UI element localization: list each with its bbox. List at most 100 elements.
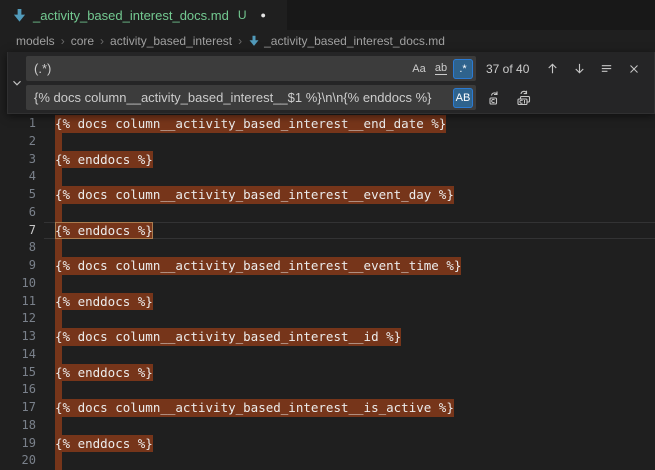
code-line[interactable]: 8	[0, 239, 655, 257]
find-match-empty	[55, 310, 62, 328]
find-in-selection-button[interactable]	[596, 58, 617, 79]
line-number: 6	[0, 204, 36, 222]
vscode-window: _activity_based_interest_docs.md U ● mod…	[0, 0, 655, 470]
code-line[interactable]: 14	[0, 346, 655, 364]
line-number: 5	[0, 186, 36, 204]
find-match-empty	[55, 204, 62, 222]
code-line[interactable]: 13 {% docs column__activity_based_interes…	[0, 328, 655, 346]
arrow-up-icon	[545, 61, 560, 76]
line-number: 15	[0, 364, 36, 382]
breadcrumb: models › core › activity_based_interest …	[0, 30, 655, 52]
code-line[interactable]: 5 {% docs column__activity_based_interest…	[0, 186, 655, 204]
find-match-empty	[55, 381, 62, 399]
whole-word-label: ab	[435, 62, 447, 75]
find-match-empty	[55, 452, 62, 470]
line-number: 9	[0, 257, 36, 275]
line-number: 2	[0, 133, 36, 151]
replace-icon	[487, 90, 503, 106]
find-match-empty	[55, 133, 62, 151]
close-find-button[interactable]	[623, 58, 644, 79]
results-count: 37 of 40	[486, 62, 529, 76]
code-line[interactable]: 3 {% enddocs %}	[0, 151, 655, 169]
find-match-current: {% enddocs %}	[55, 222, 153, 240]
chevron-right-icon: ›	[61, 34, 65, 48]
markdown-file-icon	[248, 35, 260, 47]
breadcrumb-item-models[interactable]: models	[16, 34, 55, 48]
line-number: 18	[0, 417, 36, 435]
replace-button[interactable]	[484, 87, 505, 108]
breadcrumb-file-label: _activity_based_interest_docs.md	[264, 34, 445, 48]
find-match: {% enddocs %}	[55, 293, 153, 311]
find-match: {% enddocs %}	[55, 364, 153, 382]
code-line[interactable]: 15 {% enddocs %}	[0, 364, 655, 382]
line-number: 8	[0, 239, 36, 257]
line-number: 14	[0, 346, 36, 364]
replace-all-icon	[516, 90, 532, 106]
unsaved-changes-dot-icon[interactable]: ●	[261, 10, 266, 20]
previous-match-button[interactable]	[542, 58, 563, 79]
replace-all-button[interactable]	[513, 87, 534, 108]
code-line[interactable]: 9 {% docs column__activity_based_interest…	[0, 257, 655, 275]
find-match: {% docs column__activity_based_interest_…	[55, 186, 454, 204]
code-line[interactable]: 12	[0, 310, 655, 328]
find-match: {% enddocs %}	[55, 151, 153, 169]
chevron-right-icon: ›	[100, 34, 104, 48]
line-number: 4	[0, 168, 36, 186]
code-line[interactable]: 20	[0, 452, 655, 470]
find-match: {% docs column__activity_based_interest_…	[55, 257, 461, 275]
line-number: 13	[0, 328, 36, 346]
editor-lines: 1{% docs column__activity_based_interest…	[0, 115, 655, 470]
git-status-badge: U	[238, 8, 247, 22]
code-line[interactable]: 2	[0, 133, 655, 151]
line-number: 17	[0, 399, 36, 417]
code-line[interactable]: 11 {% enddocs %}	[0, 293, 655, 311]
find-match: {% docs column__activity_based_interest_…	[55, 115, 446, 133]
find-widget: (.*) Aa ab .* 37 of 40	[7, 52, 655, 114]
code-line[interactable]: 7 {% enddocs %}	[0, 222, 655, 240]
find-match-empty	[55, 168, 62, 186]
tab-bar: _activity_based_interest_docs.md U ●	[0, 0, 655, 30]
arrow-down-icon	[572, 61, 587, 76]
find-in-selection-icon	[599, 61, 614, 76]
replace-input-value: {% docs column__activity_based_interest_…	[34, 90, 451, 105]
breadcrumb-item-folder[interactable]: activity_based_interest	[110, 34, 232, 48]
find-match-empty	[55, 346, 62, 364]
line-number: 7	[0, 222, 36, 240]
tab-file[interactable]: _activity_based_interest_docs.md U ●	[0, 0, 287, 30]
breadcrumb-item-file[interactable]: _activity_based_interest_docs.md	[248, 34, 445, 48]
find-input-value: (.*)	[34, 61, 407, 76]
find-match: {% docs column__activity_based_interest_…	[55, 399, 454, 417]
find-match-empty	[55, 239, 62, 257]
code-line[interactable]: 19{% enddocs %}	[0, 435, 655, 453]
code-line[interactable]: 17 {% docs column__activity_based_interes…	[0, 399, 655, 417]
regex-button[interactable]: .*	[453, 59, 473, 79]
toggle-replace-button[interactable]	[8, 52, 26, 113]
close-icon	[627, 62, 641, 76]
line-number: 11	[0, 293, 36, 311]
breadcrumb-item-core[interactable]: core	[71, 34, 94, 48]
code-line[interactable]: 1{% docs column__activity_based_interest…	[0, 115, 655, 133]
preserve-case-button[interactable]: AB	[453, 88, 473, 108]
find-input[interactable]: (.*) Aa ab .*	[26, 56, 476, 81]
line-number: 19	[0, 435, 36, 453]
whole-word-button[interactable]: ab	[431, 59, 451, 79]
next-match-button[interactable]	[569, 58, 590, 79]
find-match-empty	[55, 275, 62, 293]
find-match: {% docs column__activity_based_interest_…	[55, 328, 401, 346]
markdown-file-icon	[12, 8, 27, 23]
editor[interactable]: 1{% docs column__activity_based_interest…	[0, 52, 655, 470]
line-number: 20	[0, 452, 36, 470]
match-case-button[interactable]: Aa	[409, 59, 429, 79]
chevron-right-icon: ›	[238, 34, 242, 48]
code-line[interactable]: 10	[0, 275, 655, 293]
code-line[interactable]: 6	[0, 204, 655, 222]
line-number: 16	[0, 381, 36, 399]
line-number: 10	[0, 275, 36, 293]
find-match-empty	[55, 417, 62, 435]
code-line[interactable]: 4	[0, 168, 655, 186]
replace-input[interactable]: {% docs column__activity_based_interest_…	[26, 85, 476, 110]
line-number: 3	[0, 151, 36, 169]
code-line[interactable]: 18	[0, 417, 655, 435]
tab-filename: _activity_based_interest_docs.md	[33, 8, 229, 23]
code-line[interactable]: 16	[0, 381, 655, 399]
